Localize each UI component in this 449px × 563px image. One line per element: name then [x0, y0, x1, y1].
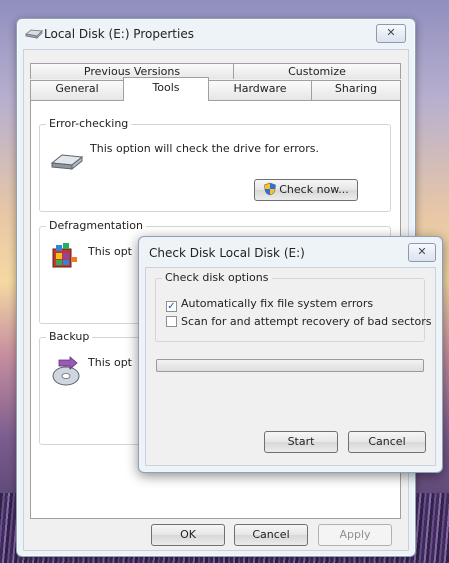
option-auto-fix[interactable]: ✓ Automatically fix file system errors [166, 297, 374, 312]
dialog-title-bar[interactable]: Check Disk Local Disk (E:) ✕ [139, 237, 442, 267]
tab-sharing[interactable]: Sharing [311, 80, 401, 100]
auto-fix-checkbox[interactable]: ✓ [166, 301, 177, 312]
drive-icon [25, 29, 43, 39]
defragment-icon [52, 243, 77, 268]
tab-hardware[interactable]: Hardware [208, 80, 312, 100]
close-button[interactable]: ✕ [376, 24, 406, 43]
backup-label: Backup [46, 330, 93, 343]
window-title: Local Disk (E:) Properties [44, 27, 194, 41]
check-disk-dialog: Check Disk Local Disk (E:) ✕ Check disk … [138, 236, 443, 473]
error-checking-text: This option will check the drive for err… [90, 142, 319, 155]
start-button[interactable]: Start [264, 431, 338, 453]
ok-button[interactable]: OK [151, 524, 225, 546]
option-scan-bad-sectors[interactable]: Scan for and attempt recovery of bad sec… [166, 315, 431, 329]
scan-bad-sectors-label: Scan for and attempt recovery of bad sec… [181, 315, 432, 328]
tab-customize[interactable]: Customize [233, 63, 401, 79]
defragmentation-label: Defragmentation [46, 219, 146, 232]
hard-drive-icon [50, 154, 84, 171]
apply-button[interactable]: Apply [318, 524, 392, 546]
check-now-button[interactable]: Check now... [254, 179, 358, 201]
backup-disc-icon [52, 356, 80, 386]
uac-shield-icon [264, 182, 277, 196]
auto-fix-label: Automatically fix file system errors [181, 297, 374, 310]
tab-tools[interactable]: Tools [123, 77, 209, 101]
progress-bar [156, 359, 424, 372]
check-disk-options-group: Check disk options ✓ Automatically fix fi… [155, 271, 431, 342]
dialog-cancel-button[interactable]: Cancel [348, 431, 426, 453]
title-bar[interactable]: Local Disk (E:) Properties ✕ [17, 19, 415, 49]
check-now-label: Check now... [279, 183, 349, 196]
dialog-title: Check Disk Local Disk (E:) [149, 246, 305, 260]
scan-bad-sectors-checkbox[interactable] [166, 316, 177, 327]
tab-general[interactable]: General [30, 80, 124, 100]
cancel-button[interactable]: Cancel [234, 524, 308, 546]
backup-text: This opt [88, 356, 132, 369]
dialog-close-button[interactable]: ✕ [408, 243, 436, 262]
defragmentation-text: This opt [88, 245, 132, 258]
check-disk-options-label: Check disk options [162, 271, 272, 284]
dialog-client: Check disk options ✓ Automatically fix fi… [145, 267, 436, 466]
error-checking-group: Error-checking This option will check th… [39, 117, 391, 212]
error-checking-label: Error-checking [46, 117, 132, 130]
